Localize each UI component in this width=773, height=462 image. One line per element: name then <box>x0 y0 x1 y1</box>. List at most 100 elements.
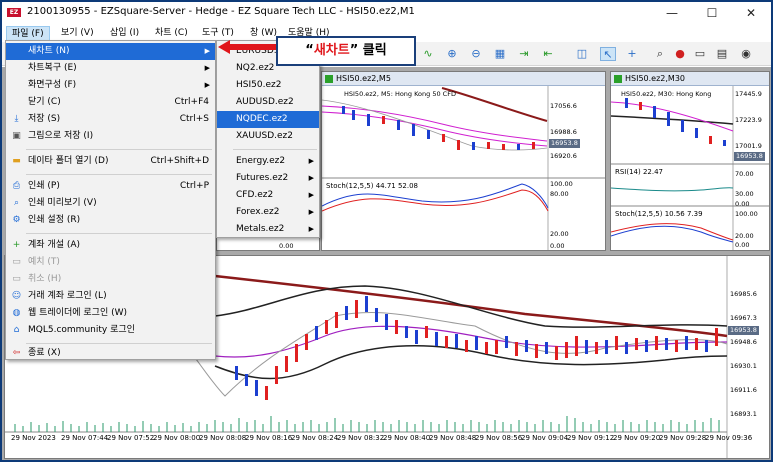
menu-item-print-preview[interactable]: ⌕ 인쇄 미리보기 (V) <box>6 195 215 212</box>
menu-item-save-as-picture[interactable]: ▣ 그림으로 저장 (I) <box>6 128 215 145</box>
current-price-tag: 16953.8 <box>549 139 580 148</box>
menu-item-login-web-trader[interactable]: ◍ 웹 트레이더에 로그인 (W) <box>6 305 215 322</box>
menu-separator <box>26 149 212 150</box>
menu-item-profiles[interactable]: 화면구성 (F) ▶ <box>6 77 215 94</box>
chart-caption-text: HSI50.ez2,M5 <box>336 74 391 83</box>
notification-icon[interactable]: ● <box>672 47 688 61</box>
submenu-arrow-icon: ▶ <box>308 225 314 233</box>
submenu-item-symbol[interactable]: HSI50.ez2 <box>217 77 319 94</box>
chart-caption-text: HSI50.ez2,M30 <box>625 74 686 83</box>
screenshot-icon[interactable]: ◫ <box>574 47 590 61</box>
menu-item-exit[interactable]: ⇦ 종료 (X) <box>6 345 215 362</box>
menu-item-label: Forex.ez2 <box>236 207 280 217</box>
file-menu-dropdown: 새차트 (N) ▶ 차트복구 (E) ▶ 화면구성 (F) ▶ 닫기 (C) Ctrl+… <box>5 40 216 360</box>
menu-item-label: CFD.ez2 <box>236 190 274 200</box>
chart-header-m5: HSI50.ez2, M5: Hong Kong 50 CFD <box>344 90 456 98</box>
current-price-tag: 16953.8 <box>734 152 765 161</box>
chart-caption-m30[interactable]: HSI50.ez2,M30 <box>611 72 769 86</box>
submenu-item-group[interactable]: Futures.ez2 ▶ <box>217 170 319 187</box>
menu-item-label: 인쇄 미리보기 (V) <box>28 198 97 208</box>
chart-shift-icon[interactable]: ⇤ <box>540 47 556 61</box>
submenu-item-symbol[interactable]: XAUUSD.ez2 <box>217 128 319 145</box>
menu-item-login-trade-account[interactable]: ☺ 거래 계좌 로그인 (L) <box>6 288 215 305</box>
chart-caption-m5[interactable]: HSI50.ez2,M5 <box>322 72 605 86</box>
minimize-button[interactable]: — <box>652 2 692 24</box>
search-icon[interactable]: ⌕ <box>652 47 668 61</box>
menu-item-print[interactable]: ⎙ 인쇄 (P) Ctrl+P <box>6 178 215 195</box>
market-icon[interactable]: ▤ <box>714 47 730 61</box>
price-label: 16920.6 <box>550 152 577 160</box>
menu-item-label: 데이타 폴더 열기 (D) <box>28 156 109 166</box>
menu-item-open-account[interactable]: + 계좌 개설 (A) <box>6 237 215 254</box>
tile-windows-icon[interactable]: ▦ <box>492 47 508 61</box>
time-label: 29 Nov 08:00 <box>153 434 201 442</box>
submenu-item-group[interactable]: Energy.ez2 ▶ <box>217 153 319 170</box>
menu-item-print-setup[interactable]: ⚙ 인쇄 설정 (R) <box>6 212 215 229</box>
submenu-item-group[interactable]: Metals.ez2 ▶ <box>217 221 319 238</box>
new-chart-submenu: EURUSD.ez2 NQ2.ez2 HSI50.ez2 AUDUSD.ez2 … <box>216 40 320 238</box>
time-label: 29 Nov 09:12 <box>567 434 615 442</box>
close-button[interactable]: ✕ <box>731 2 771 24</box>
menu-insert[interactable]: 삽입 (I) <box>105 26 144 41</box>
submenu-arrow-icon: ▶ <box>204 47 210 55</box>
current-price-tag: 16953.8 <box>728 326 759 335</box>
time-label: 29 Nov 08:40 <box>383 434 431 442</box>
callout-quote: ” <box>349 43 359 58</box>
chart-plot-m5[interactable] <box>322 86 606 251</box>
stoch-label-m5: Stoch(12,5,5) 44.71 52.08 <box>326 182 419 190</box>
menu-tools[interactable]: 도구 (T) <box>197 26 239 41</box>
stoch-level: 0.00 <box>735 241 750 249</box>
autoscroll-icon[interactable]: ⇥ <box>516 47 532 61</box>
submenu-arrow-icon: ▶ <box>308 157 314 165</box>
rsi-level: 0.00 <box>735 200 750 208</box>
news-icon[interactable]: ▭ <box>692 47 708 61</box>
time-label: 29 Nov 09:04 <box>521 434 569 442</box>
menu-chart[interactable]: 차트 (C) <box>150 26 193 41</box>
menu-item-new-chart[interactable]: 새차트 (N) ▶ <box>6 43 215 60</box>
crosshair-icon[interactable]: + <box>624 47 640 61</box>
zoom-in-icon[interactable]: ⊕ <box>444 47 460 61</box>
menu-item-shortcut: Ctrl+S <box>179 114 209 124</box>
menu-item-close[interactable]: 닫기 (C) Ctrl+F4 <box>6 94 215 111</box>
menu-item-label: Energy.ez2 <box>236 156 286 166</box>
chart-line-icon[interactable]: ∿ <box>420 47 436 61</box>
submenu-item-nqdec[interactable]: NQDEC.ez2 <box>217 111 319 128</box>
submenu-item-symbol[interactable]: AUDUSD.ez2 <box>217 94 319 111</box>
cursor-icon[interactable]: ↖ <box>600 47 616 61</box>
submenu-arrow-icon: ▶ <box>308 208 314 216</box>
chart-window-m5[interactable]: HSI50.ez2,M5 HSI50.ez2, M5: Hong Kong 50… <box>321 71 606 251</box>
signals-icon[interactable]: ◉ <box>738 47 754 61</box>
annotation-arrow-icon <box>218 40 278 54</box>
submenu-item-group[interactable]: CFD.ez2 ▶ <box>217 187 319 204</box>
image-icon: ▣ <box>12 131 21 141</box>
menu-item-open-data-folder[interactable]: ▬ 데이타 폴더 열기 (D) Ctrl+Shift+D <box>6 153 215 170</box>
price-label: 16948.6 <box>730 338 757 346</box>
submenu-item-group[interactable]: Forex.ez2 ▶ <box>217 204 319 221</box>
rsi-level: 70.00 <box>735 170 754 178</box>
time-label: 29 Nov 07:52 <box>107 434 155 442</box>
folder-icon: ▬ <box>12 156 21 166</box>
price-label: 16967.3 <box>730 314 757 322</box>
menu-item-login-mql5[interactable]: ⌂ MQL5.community 로그인 <box>6 322 215 339</box>
menu-view[interactable]: 보기 (V) <box>56 26 99 41</box>
menu-item-restore-chart[interactable]: 차트복구 (E) ▶ <box>6 60 215 77</box>
price-label: 17223.9 <box>735 116 762 124</box>
graduation-cap-icon: ⌂ <box>13 325 20 335</box>
menu-item-label: 인쇄 설정 (R) <box>28 215 81 225</box>
price-label: 16893.1 <box>730 410 757 418</box>
download-icon: ⤓ <box>14 114 19 124</box>
zoom-out-icon[interactable]: ⊖ <box>468 47 484 61</box>
menu-item-save[interactable]: ⤓ 저장 (S) Ctrl+S <box>6 111 215 128</box>
annotation-callout: “새차트” 클릭 <box>276 36 416 66</box>
price-label: 16985.6 <box>730 290 757 298</box>
menu-item-label: 화면구성 (F) <box>28 80 77 90</box>
menu-file[interactable]: 파일 (F) <box>6 26 50 41</box>
maximize-button[interactable]: ☐ <box>692 2 732 24</box>
stoch-level: 0.00 <box>279 242 294 250</box>
app-logo: EZ <box>7 8 21 17</box>
time-label: 29 Nov 08:08 <box>199 434 247 442</box>
menu-item-label: NQDEC.ez2 <box>236 114 288 124</box>
rsi-level: 30.00 <box>735 190 754 198</box>
menu-separator <box>26 343 212 344</box>
chart-window-m30[interactable]: HSI50.ez2,M30 HSI50.ez2, M30: Hong Kong … <box>610 71 770 251</box>
